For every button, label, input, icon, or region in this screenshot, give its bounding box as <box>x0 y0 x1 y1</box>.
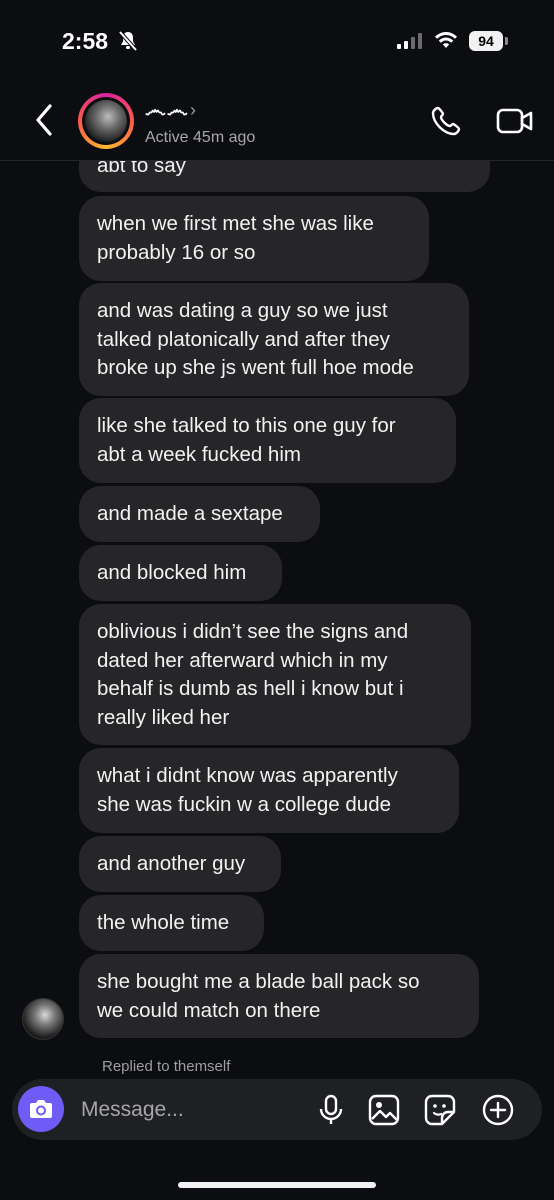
message-bubble[interactable]: when we first met she was like probably … <box>79 196 429 281</box>
status-bar: 2:58 94 <box>0 0 554 80</box>
video-icon[interactable] <box>496 106 534 136</box>
contact-avatar[interactable] <box>78 93 134 149</box>
status-time: 2:58 <box>62 28 109 54</box>
microphone-icon[interactable] <box>318 1094 344 1126</box>
camera-button[interactable] <box>18 1086 64 1132</box>
active-status: Active 45m ago <box>145 129 256 146</box>
signal-icon <box>397 33 422 49</box>
message-bubble[interactable]: abt to say <box>79 161 490 192</box>
contact-username[interactable]: ෴෴ <box>145 97 189 123</box>
battery-tip <box>505 37 508 45</box>
message-bubble[interactable]: what i didnt know was apparently she was… <box>79 748 459 833</box>
wifi-icon <box>435 32 457 48</box>
message-bubble[interactable]: and was dating a guy so we just talked p… <box>79 283 469 396</box>
sticker-icon[interactable] <box>424 1094 456 1126</box>
message-bubble[interactable]: and another guy <box>79 836 281 892</box>
chat-header: ෴෴ › Active 45m ago <box>0 80 554 161</box>
sender-avatar[interactable] <box>22 998 64 1040</box>
home-indicator[interactable] <box>178 1182 376 1188</box>
phone-icon[interactable] <box>430 105 464 137</box>
message-input[interactable] <box>79 1096 303 1124</box>
message-composer <box>12 1079 542 1140</box>
message-bubble[interactable]: the whole time <box>79 895 264 951</box>
message-thread[interactable]: abt to say when we first met she was lik… <box>0 161 554 1079</box>
back-icon[interactable] <box>30 102 60 138</box>
plus-icon[interactable] <box>482 1094 514 1126</box>
gallery-icon[interactable] <box>368 1094 400 1126</box>
message-bubble[interactable]: and made a sextape <box>79 486 320 542</box>
battery-indicator: 94 <box>469 31 503 51</box>
message-bubble[interactable]: and blocked him <box>79 545 282 601</box>
camera-icon <box>30 1100 52 1118</box>
message-bubble[interactable]: like she talked to this one guy for abt … <box>79 398 456 483</box>
message-bubble[interactable]: she bought me a blade ball pack so we co… <box>79 954 479 1038</box>
replied-label: Replied to themself <box>102 1058 231 1075</box>
chevron-right-icon[interactable]: › <box>190 100 196 121</box>
silent-bell-icon <box>118 30 138 52</box>
message-bubble[interactable]: oblivious i didn’t see the signs and dat… <box>79 604 471 745</box>
